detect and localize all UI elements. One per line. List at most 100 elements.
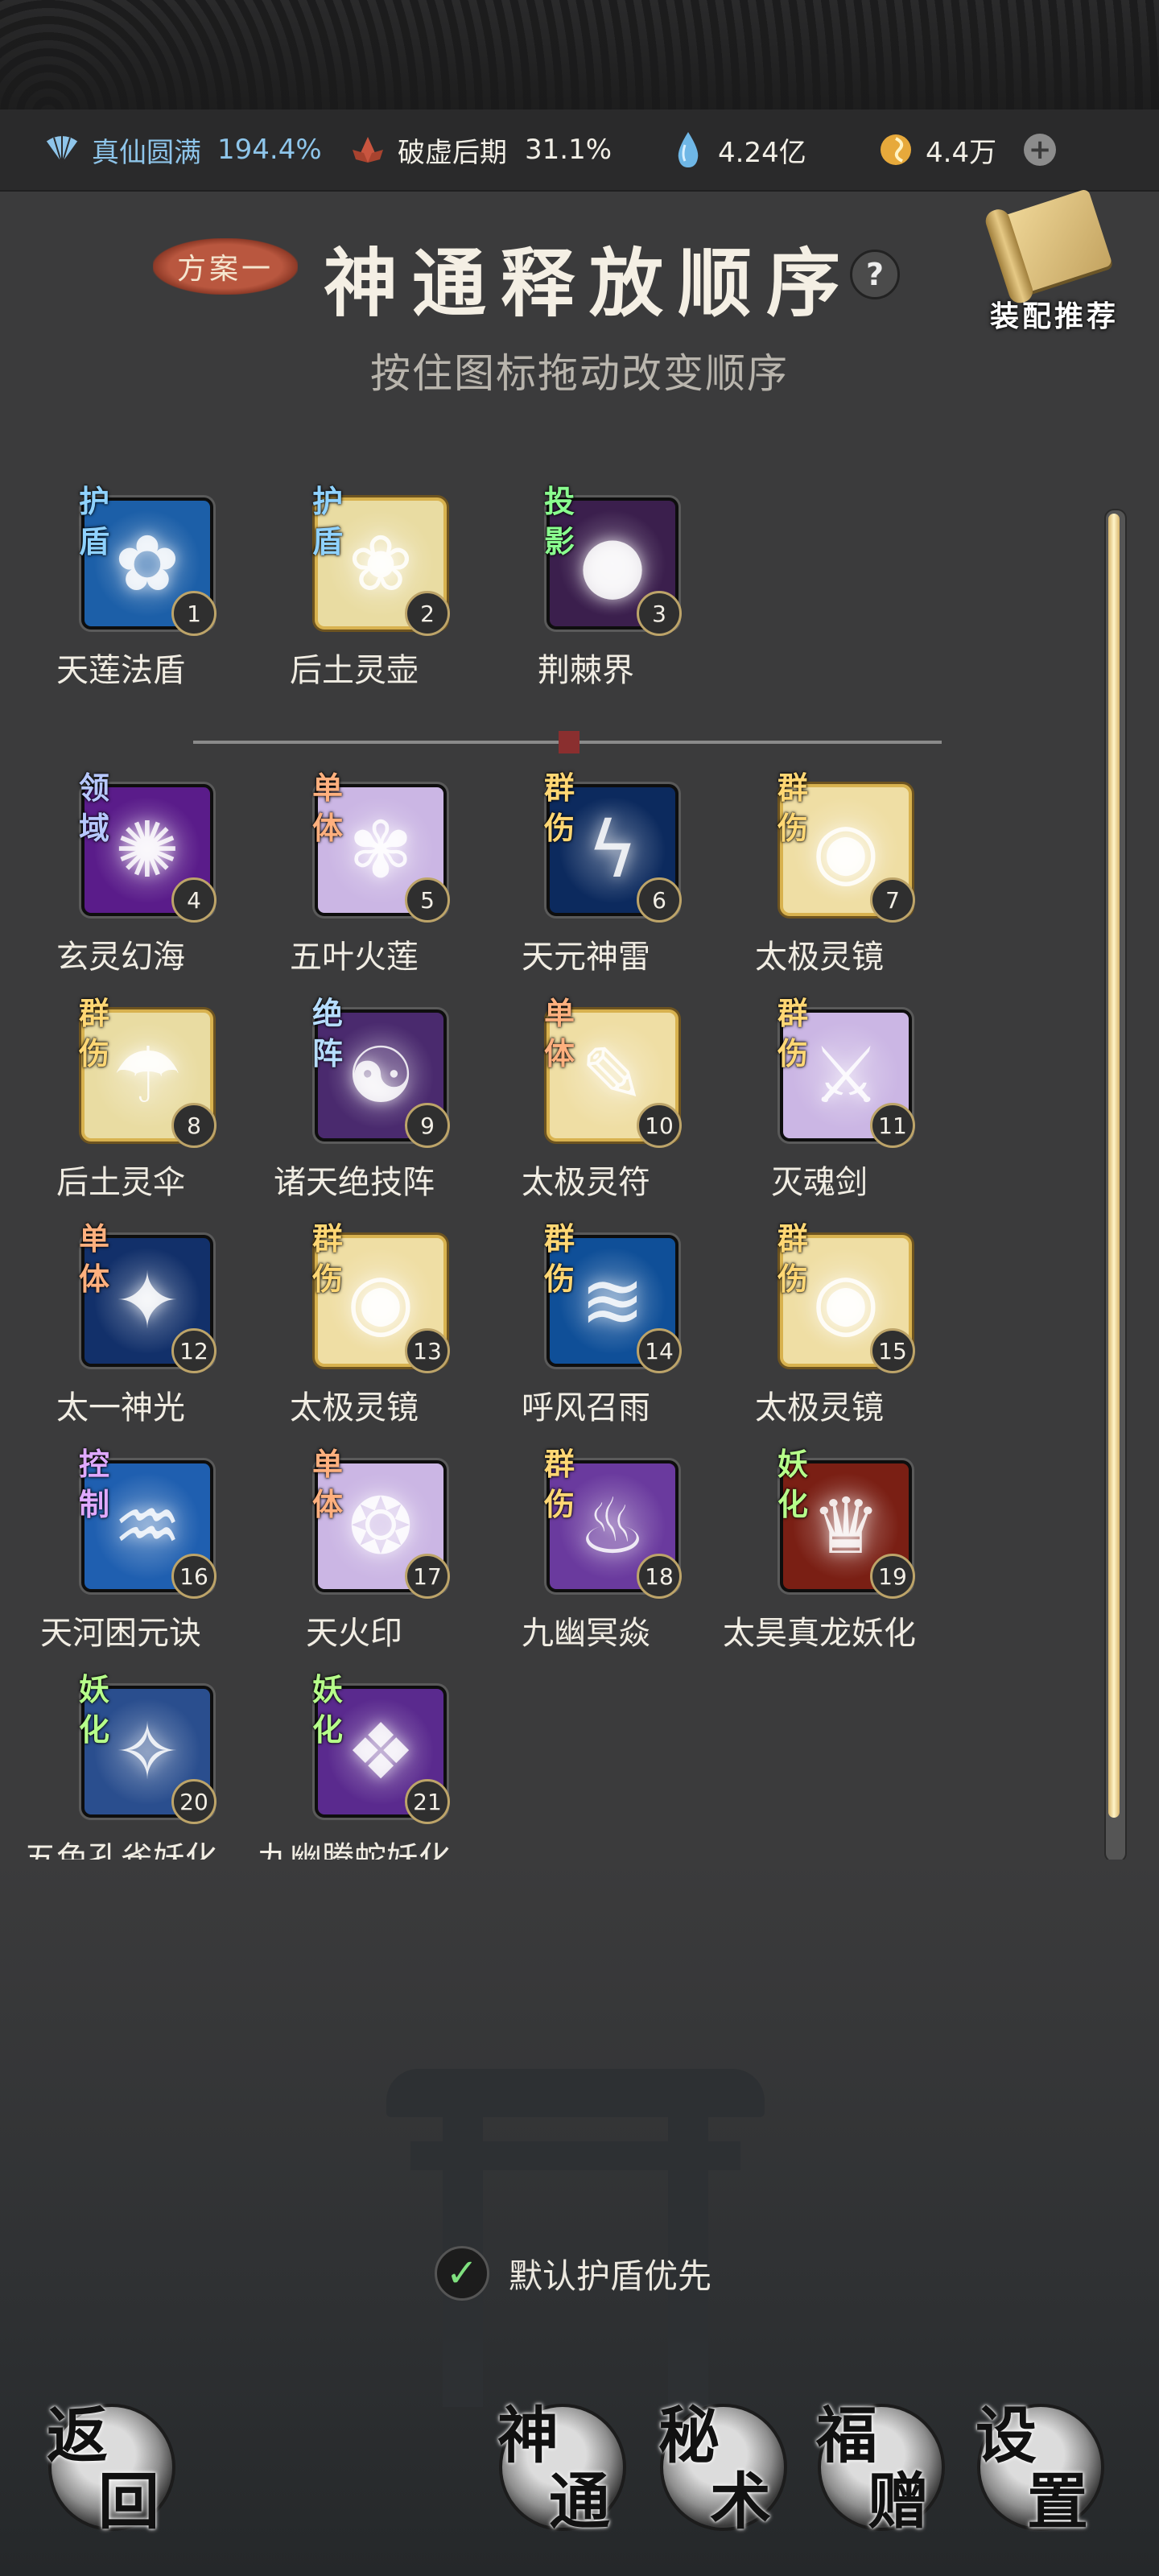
skill-item[interactable]: ✿ 护盾 1 天莲法盾 — [4, 475, 237, 689]
skill-item[interactable]: ◉ 群伤 13 太极灵镜 — [237, 1212, 471, 1426]
skill-item[interactable]: ❖ 妖化 21 九幽腾蛇妖化 — [237, 1663, 471, 1860]
skill-name: 九幽冥焱 — [522, 1615, 650, 1652]
skill-type-tag: 绝阵 — [311, 995, 343, 1071]
recommend-loadout-button[interactable]: 装配推荐 — [974, 188, 1135, 338]
skill-item[interactable]: ● 投影 3 荆棘界 — [469, 475, 703, 689]
realm-value: 194.4% — [217, 134, 322, 166]
break-value: 31.1% — [525, 134, 612, 166]
drag-hint: 按住图标拖动改变顺序 — [370, 350, 789, 397]
skill-name: 天莲法盾 — [56, 652, 185, 689]
help-button[interactable]: ? — [850, 250, 900, 299]
top-wave-banner — [0, 0, 1159, 109]
skill-order-number: 14 — [637, 1328, 682, 1373]
skill-type-tag: 群伤 — [543, 1446, 575, 1522]
skill-item[interactable]: ❂ 单体 17 天火印 — [237, 1438, 471, 1652]
skill-name: 五叶火莲 — [290, 939, 419, 976]
skill-type-tag: 护盾 — [78, 483, 109, 559]
lotus-icon — [348, 130, 388, 170]
skill-item[interactable]: ✎ 单体 10 太极灵符 — [469, 987, 703, 1201]
skill-type-tag: 领域 — [78, 770, 109, 846]
torii-gate-silhouette — [386, 2069, 765, 2407]
add-coin-button[interactable]: + — [1024, 134, 1057, 166]
skill-type-tag: 护盾 — [311, 483, 343, 559]
skill-item[interactable]: ✧ 妖化 20 五色孔雀妖化 — [4, 1663, 237, 1860]
secret-arts-button[interactable]: 秘 术 — [658, 2400, 784, 2537]
skill-item[interactable]: ❀ 护盾 2 后土灵壶 — [237, 475, 471, 689]
skill-type-tag: 控制 — [78, 1446, 109, 1522]
skill-name: 太昊真龙妖化 — [723, 1615, 916, 1652]
skill-name: 太极灵镜 — [755, 939, 884, 976]
blessing-button[interactable]: 福 赠 — [816, 2400, 942, 2537]
skill-item[interactable]: ◉ 群伤 15 太极灵镜 — [703, 1212, 936, 1426]
break-label: 破虚后期 — [398, 136, 507, 169]
skill-name: 玄灵幻海 — [56, 939, 185, 976]
skill-order-number: 18 — [637, 1554, 682, 1599]
skill-name: 太极灵镜 — [755, 1389, 884, 1426]
skill-name: 太极灵符 — [522, 1164, 650, 1201]
skill-item[interactable]: ♨ 群伤 18 九幽冥焱 — [469, 1438, 703, 1652]
skill-order-number: 2 — [405, 591, 450, 636]
skill-type-tag: 单体 — [311, 1446, 343, 1522]
skill-item[interactable]: ✾ 单体 5 五叶火莲 — [237, 762, 471, 976]
skill-type-tag: 群伤 — [777, 995, 808, 1071]
fan-icon — [42, 130, 82, 170]
realm-progress[interactable]: 真仙圆满 194.4% — [42, 130, 322, 170]
scrollbar[interactable] — [1104, 509, 1127, 1863]
skill-item[interactable]: ◉ 群伤 7 太极灵镜 — [703, 762, 936, 976]
skill-item[interactable]: ≋ 群伤 14 呼风召雨 — [469, 1212, 703, 1426]
skill-order-number: 8 — [171, 1103, 217, 1148]
skill-type-tag: 妖化 — [777, 1446, 808, 1522]
skill-type-tag: 妖化 — [311, 1671, 343, 1748]
skill-item[interactable]: ♒ 控制 16 天河困元诀 — [4, 1438, 237, 1652]
skill-name: 诸天绝技阵 — [274, 1164, 435, 1201]
shield-priority-checkbox[interactable]: ✓ — [435, 2246, 489, 2301]
skill-order-number: 3 — [637, 591, 682, 636]
plan-badge[interactable]: 方案一 — [153, 238, 298, 295]
skill-name: 后土灵伞 — [56, 1164, 185, 1201]
skill-order-number: 7 — [870, 877, 915, 923]
skill-name: 呼风召雨 — [522, 1389, 650, 1426]
shield-priority-option[interactable]: ✓ 默认护盾优先 — [435, 2246, 711, 2301]
back-button[interactable]: 返 回 — [47, 2400, 172, 2537]
break-progress[interactable]: 破虚后期 31.1% — [348, 130, 612, 170]
settings-button[interactable]: 设 置 — [975, 2400, 1101, 2537]
skill-item[interactable]: ☂ 群伤 8 后土灵伞 — [4, 987, 237, 1201]
skill-type-tag: 单体 — [543, 995, 575, 1071]
skill-order-number: 10 — [637, 1103, 682, 1148]
skill-item[interactable]: ♛ 妖化 19 太昊真龙妖化 — [703, 1438, 936, 1652]
skill-order-number: 19 — [870, 1554, 915, 1599]
skill-name: 天河困元诀 — [40, 1615, 201, 1652]
skill-type-tag: 群伤 — [543, 1220, 575, 1297]
coin-count[interactable]: 4.4万 + — [876, 130, 1057, 170]
skill-order-list[interactable]: ✿ 护盾 1 天莲法盾 ❀ 护盾 2 后土灵壶 ● 投影 3 荆棘界 ✺ 领域 4 玄灵幻海 ✾ 单体 5 五叶火莲 ϟ… — [0, 475, 1159, 1860]
coin-icon — [876, 130, 916, 170]
skill-order-number: 6 — [637, 877, 682, 923]
skill-type-tag: 单体 — [311, 770, 343, 846]
skill-name: 灭魂剑 — [771, 1164, 868, 1201]
skill-item[interactable]: ✺ 领域 4 玄灵幻海 — [4, 762, 237, 976]
skill-name: 荆棘界 — [538, 652, 634, 689]
skill-type-tag: 群伤 — [311, 1220, 343, 1297]
skill-type-tag: 妖化 — [78, 1671, 109, 1748]
scroll-icon — [996, 188, 1113, 295]
skill-order-number: 11 — [870, 1103, 915, 1148]
skill-name: 太一神光 — [56, 1389, 185, 1426]
skill-order-number: 15 — [870, 1328, 915, 1373]
skill-item[interactable]: ϟ 群伤 6 天元神雷 — [469, 762, 703, 976]
skill-type-tag: 群伤 — [78, 995, 109, 1071]
skill-type-tag: 群伤 — [777, 770, 808, 846]
skill-name: 后土灵壶 — [290, 652, 419, 689]
spirit-stone-count[interactable]: 4.24亿 — [668, 130, 806, 170]
divider-handle[interactable] — [559, 731, 580, 753]
scrollbar-thumb[interactable] — [1108, 514, 1120, 1818]
skill-order-number: 12 — [171, 1328, 217, 1373]
skill-order-number: 21 — [405, 1779, 450, 1824]
skill-order-number: 5 — [405, 877, 450, 923]
skill-order-number: 4 — [171, 877, 217, 923]
skill-item[interactable]: ☯ 绝阵 9 诸天绝技阵 — [237, 987, 471, 1201]
skill-name: 九幽腾蛇妖化 — [258, 1840, 451, 1860]
skill-item[interactable]: ✦ 单体 12 太一神光 — [4, 1212, 237, 1426]
coin-value: 4.4万 — [926, 136, 997, 169]
skill-item[interactable]: ⚔ 群伤 11 灭魂剑 — [703, 987, 936, 1201]
divine-skills-button[interactable]: 神 通 — [497, 2400, 623, 2537]
